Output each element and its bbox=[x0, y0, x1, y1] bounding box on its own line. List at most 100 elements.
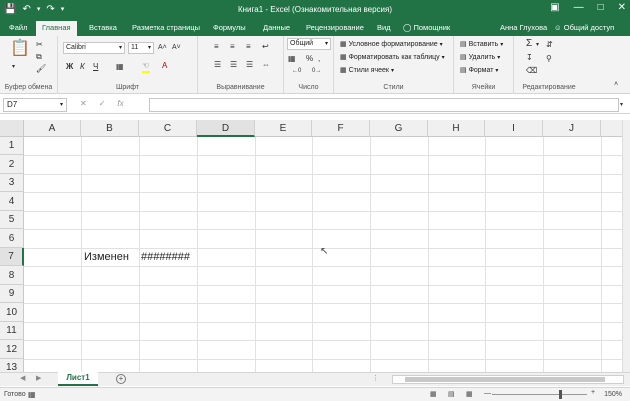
row-header-7[interactable]: 7 bbox=[0, 248, 24, 266]
fill-color-icon[interactable]: ☜ bbox=[142, 61, 150, 73]
row-header-12[interactable]: 12 bbox=[0, 340, 24, 359]
format-painter-icon[interactable]: 🖌 bbox=[36, 64, 46, 74]
align-center-icon[interactable]: ☰ bbox=[230, 60, 237, 70]
enter-icon[interactable]: ✓ bbox=[99, 99, 106, 108]
column-header-d[interactable]: D bbox=[197, 120, 255, 137]
cell-styles-button[interactable]: ▦ Стили ячеек ▾ bbox=[340, 66, 394, 76]
paste-icon[interactable]: 📋 bbox=[10, 40, 30, 58]
underline-button[interactable]: Ч bbox=[93, 62, 98, 72]
column-header-a[interactable]: A bbox=[24, 120, 81, 137]
number-format-dropdown[interactable]: Общий ▾ bbox=[287, 38, 331, 50]
tab-home[interactable]: Главная bbox=[36, 21, 77, 36]
previous-sheet-icon[interactable]: ◀ bbox=[20, 374, 25, 382]
zoom-slider-thumb[interactable] bbox=[559, 390, 562, 399]
new-sheet-icon[interactable]: + bbox=[116, 374, 126, 384]
row-header-9[interactable]: 9 bbox=[0, 285, 24, 303]
currency-icon[interactable]: ▦ bbox=[288, 54, 296, 64]
row-header-10[interactable]: 10 bbox=[0, 303, 24, 322]
close-icon[interactable]: ✕ bbox=[618, 2, 626, 13]
align-bottom-icon[interactable]: ≡ bbox=[246, 42, 251, 52]
zoom-in-icon[interactable]: + bbox=[591, 389, 595, 396]
share-button[interactable]: ☺ Общий доступ bbox=[554, 23, 614, 32]
chevron-down-icon[interactable]: ▾ bbox=[536, 40, 539, 50]
formula-input[interactable] bbox=[149, 98, 619, 112]
page-layout-view-icon[interactable]: ▤ bbox=[448, 390, 455, 398]
name-box[interactable]: D7 ▾ bbox=[3, 98, 67, 112]
column-header-b[interactable]: B bbox=[81, 120, 139, 137]
column-header-partial[interactable] bbox=[601, 120, 622, 137]
font-color-icon[interactable]: A bbox=[162, 61, 167, 71]
wrap-text-icon[interactable]: ↩ bbox=[262, 42, 269, 52]
comma-style-icon[interactable]: , bbox=[318, 54, 320, 64]
more-icon[interactable]: ⋮ bbox=[372, 374, 379, 382]
zoom-out-icon[interactable]: — bbox=[484, 390, 491, 397]
percent-icon[interactable]: % bbox=[306, 54, 313, 64]
insert-cells-button[interactable]: ▤ Вставить ▾ bbox=[460, 40, 503, 50]
tab-page-layout[interactable]: Разметка страницы bbox=[132, 23, 200, 32]
cell-c7[interactable]: ######## bbox=[141, 249, 196, 265]
format-cells-button[interactable]: ▤ Формат ▾ bbox=[460, 66, 498, 76]
italic-button[interactable]: К bbox=[80, 62, 85, 72]
tab-data[interactable]: Данные bbox=[263, 23, 290, 32]
cancel-icon[interactable]: ✕ bbox=[80, 99, 87, 108]
borders-icon[interactable]: ▦ bbox=[116, 62, 124, 72]
increase-decimal-icon[interactable]: ←0 bbox=[292, 66, 301, 76]
macro-record-icon[interactable]: ▦ bbox=[28, 390, 36, 399]
zoom-level[interactable]: 150% bbox=[604, 391, 622, 398]
align-top-icon[interactable]: ≡ bbox=[214, 42, 219, 52]
conditional-formatting-button[interactable]: ▦ Условное форматирование ▾ bbox=[340, 40, 443, 50]
align-right-icon[interactable]: ☰ bbox=[246, 60, 253, 70]
row-header-11[interactable]: 11 bbox=[0, 322, 24, 340]
row-header-5[interactable]: 5 bbox=[0, 211, 24, 229]
ribbon-display-options-icon[interactable]: ▣ bbox=[550, 2, 559, 13]
column-header-g[interactable]: G bbox=[370, 120, 428, 137]
format-as-table-button[interactable]: ▦ Форматировать как таблицу ▾ bbox=[340, 53, 445, 63]
decrease-font-icon[interactable]: A˅ bbox=[172, 43, 181, 53]
column-header-h[interactable]: H bbox=[428, 120, 485, 137]
tab-review[interactable]: Рецензирование bbox=[306, 23, 364, 32]
select-all-button[interactable] bbox=[0, 120, 24, 137]
horizontal-scrollbar[interactable] bbox=[392, 375, 624, 384]
normal-view-icon[interactable]: ▦ bbox=[430, 390, 437, 398]
collapse-ribbon-icon[interactable]: ˄ bbox=[614, 80, 618, 90]
row-header-8[interactable]: 8 bbox=[0, 266, 24, 285]
font-name-dropdown[interactable]: Calibri ▾ bbox=[63, 42, 125, 54]
horizontal-scroll-thumb[interactable] bbox=[405, 377, 605, 382]
insert-function-icon[interactable]: fx bbox=[117, 99, 123, 108]
column-header-i[interactable]: I bbox=[485, 120, 543, 137]
minimize-icon[interactable]: — bbox=[574, 2, 584, 13]
row-header-2[interactable]: 2 bbox=[0, 155, 24, 174]
font-size-dropdown[interactable]: 11 ▾ bbox=[128, 42, 154, 54]
sort-filter-icon[interactable]: ⇵ bbox=[546, 40, 553, 50]
cell-b7[interactable]: Изменен bbox=[84, 249, 129, 265]
tab-view[interactable]: Вид bbox=[377, 23, 391, 32]
column-header-c[interactable]: C bbox=[139, 120, 197, 137]
vertical-scrollbar[interactable] bbox=[622, 120, 630, 372]
merge-center-icon[interactable]: ⇔ bbox=[262, 60, 270, 70]
row-header-4[interactable]: 4 bbox=[0, 192, 24, 211]
clear-icon[interactable]: ⌫ bbox=[526, 66, 537, 76]
column-header-f[interactable]: F bbox=[312, 120, 370, 137]
column-header-j[interactable]: J bbox=[543, 120, 601, 137]
expand-formula-bar-icon[interactable]: ▾ bbox=[620, 100, 623, 110]
autosum-icon[interactable]: Σ bbox=[526, 39, 532, 49]
row-header-3[interactable]: 3 bbox=[0, 174, 24, 192]
sheet-tab-list1[interactable]: Лист1 bbox=[58, 372, 98, 386]
next-sheet-icon[interactable]: ▶ bbox=[36, 374, 41, 382]
chevron-down-icon[interactable]: ▾ bbox=[12, 62, 15, 72]
maximize-icon[interactable]: □ bbox=[598, 2, 604, 13]
cut-icon[interactable]: ✂ bbox=[36, 40, 43, 50]
tab-insert[interactable]: Вставка bbox=[89, 23, 117, 32]
tell-me-button[interactable]: ◯ Помощник bbox=[403, 23, 450, 32]
zoom-slider[interactable] bbox=[492, 394, 587, 395]
delete-cells-button[interactable]: ▤ Удалить ▾ bbox=[460, 53, 500, 63]
tab-formulas[interactable]: Формулы bbox=[213, 23, 246, 32]
column-header-e[interactable]: E bbox=[255, 120, 312, 137]
row-header-13[interactable]: 13 bbox=[0, 359, 24, 372]
row-header-1[interactable]: 1 bbox=[0, 137, 24, 155]
fill-icon[interactable]: ↧ bbox=[526, 53, 533, 63]
copy-icon[interactable]: ⧉ bbox=[36, 52, 42, 62]
row-header-6[interactable]: 6 bbox=[0, 229, 24, 248]
increase-font-icon[interactable]: A˄ bbox=[158, 43, 167, 53]
worksheet-grid[interactable]: A B C D E F G H I J 1 2 3 4 5 6 7 8 9 10… bbox=[0, 120, 622, 372]
